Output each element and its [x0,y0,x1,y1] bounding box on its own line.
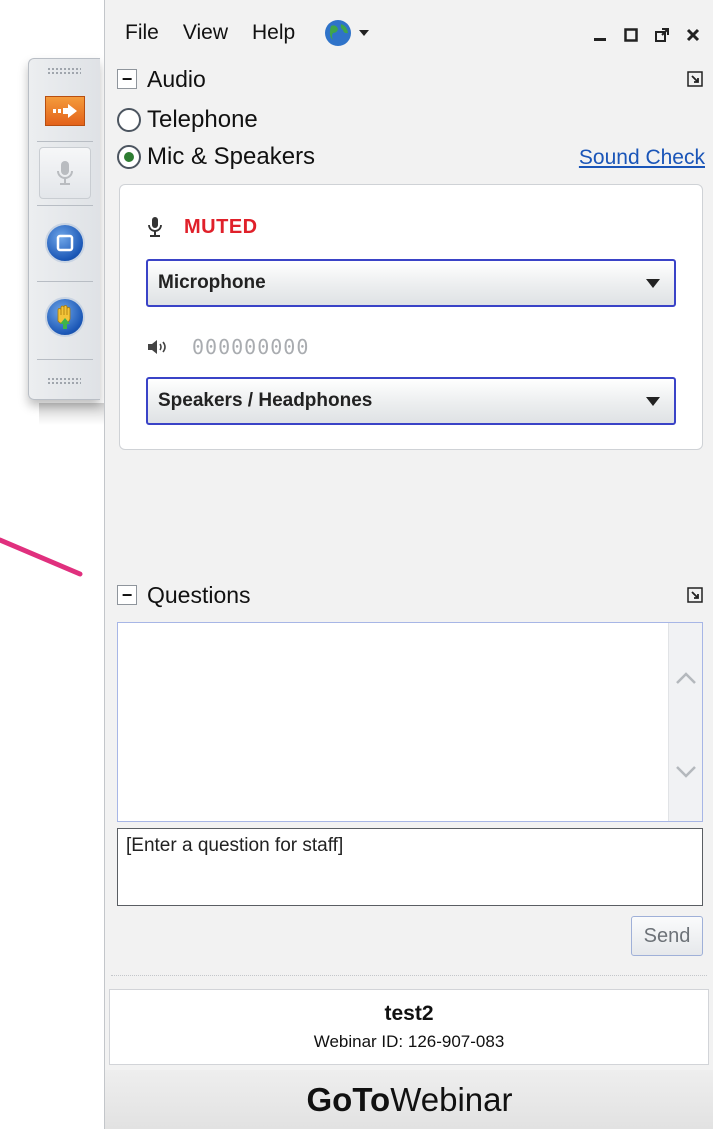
question-input[interactable]: [Enter a question for staff] [117,828,703,906]
session-info: test2 Webinar ID: 126-907-083 [109,989,709,1065]
muted-label: MUTED [184,215,258,238]
questions-panel-header: − Questions [111,580,707,610]
toolbar-grip-bottom[interactable] [47,377,81,385]
speaker-level-row: 000000000 [146,335,309,359]
speakers-select-value: Speakers / Headphones [158,390,373,411]
close-icon [686,28,699,41]
screen-view-button[interactable] [39,217,91,269]
speaker-icon [148,340,166,354]
brand-bold: GoTo [306,1080,391,1118]
show-hide-panel-button[interactable] [39,85,91,137]
microphone-icon [148,217,162,237]
raise-hand-button[interactable] [39,291,91,343]
annotation-arrow [0,537,83,577]
popout-icon [687,71,703,87]
screen-icon [45,223,85,263]
collapse-questions-button[interactable]: − [117,585,137,605]
brand-regular: Webinar [390,1080,513,1118]
send-button[interactable]: Send [631,916,703,956]
telephone-radio[interactable] [117,108,141,132]
chevron-down-icon [359,30,370,36]
control-panel-window: File View Help − Audio Telephone Mic & S… [104,0,713,1129]
maximize-icon [623,27,638,42]
close-button[interactable] [680,22,705,47]
window-controls [587,22,705,47]
chevron-down-icon [646,397,660,406]
microphone-select[interactable]: Microphone [146,259,676,307]
scroll-up-icon[interactable] [669,663,703,693]
sound-check-link[interactable]: Sound Check [579,146,705,170]
mic-speakers-option[interactable]: Mic & Speakers [117,143,315,171]
side-toolbar [28,58,104,425]
telephone-label: Telephone [147,106,258,133]
microphone-select-value: Microphone [158,272,266,293]
telephone-option[interactable]: Telephone [117,106,258,134]
microphone-icon [57,161,73,185]
minimize-button[interactable] [587,22,612,47]
webinar-id: Webinar ID: 126-907-083 [313,1032,505,1051]
chevron-down-icon [646,279,660,288]
audio-title: Audio [147,65,206,92]
language-menu[interactable] [323,18,371,48]
detach-button[interactable] [649,22,674,47]
audio-settings-box: MUTED Microphone 000000000 Speakers / He… [119,184,703,450]
raise-hand-icon [45,297,85,337]
menu-file[interactable]: File [125,21,159,45]
audio-popout-button[interactable] [685,69,705,89]
panel-divider [111,966,707,976]
popout-icon [654,27,669,42]
audio-panel-header: − Audio [111,64,707,94]
mic-speakers-radio[interactable] [117,145,141,169]
collapse-audio-button[interactable]: − [117,69,137,89]
maximize-button[interactable] [618,22,643,47]
mute-status: MUTED [146,215,258,239]
questions-title: Questions [147,581,251,608]
questions-scrollbar[interactable] [668,623,702,821]
questions-log[interactable] [117,622,703,822]
session-name: test2 [384,1002,434,1025]
scroll-down-icon[interactable] [669,757,703,787]
menu-view[interactable]: View [183,21,228,45]
menu-help[interactable]: Help [252,21,295,45]
brand-logo: GoTo Webinar [105,1070,713,1129]
mic-speakers-label: Mic & Speakers [147,143,316,170]
speakers-select[interactable]: Speakers / Headphones [146,377,676,425]
mic-toggle-button[interactable] [39,147,91,199]
speaker-level-meter: 000000000 [192,335,310,359]
arrow-icon [45,96,85,126]
toolbar-grip[interactable] [47,67,81,75]
minimize-icon [593,37,606,41]
globe-icon [325,20,352,46]
popout-icon [687,587,703,603]
questions-popout-button[interactable] [685,585,705,605]
